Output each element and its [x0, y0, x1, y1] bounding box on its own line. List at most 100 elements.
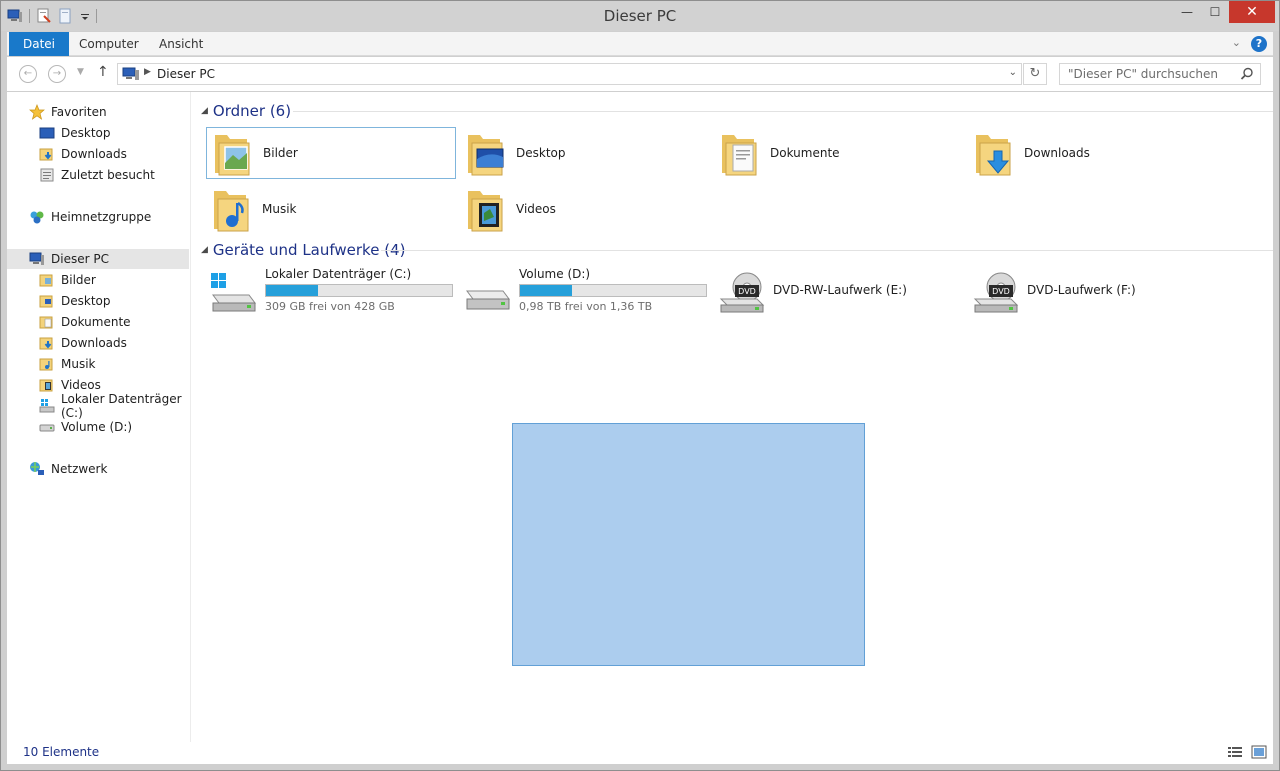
folder-tile-downloads[interactable]: Downloads [968, 127, 1218, 179]
drive-name: DVD-RW-Laufwerk (E:) [773, 283, 907, 297]
breadcrumb[interactable]: Dieser PC [157, 67, 215, 81]
folder-tile-dokumente[interactable]: Dokumente [714, 127, 964, 179]
documents-folder-icon [39, 314, 55, 330]
system-drive-icon [209, 271, 257, 315]
star-icon [29, 104, 45, 120]
folder-name: Desktop [516, 146, 566, 160]
hard-drive-icon [463, 271, 511, 315]
folder-name: Downloads [1024, 146, 1090, 160]
dvd-drive-icon: DVD [971, 271, 1019, 315]
expand-ribbon-icon[interactable]: ⌄ [1232, 36, 1241, 49]
dvd-drive-icon: DVD [717, 271, 765, 315]
music-folder-icon [210, 185, 254, 233]
sidebar-item-label: Bilder [61, 273, 96, 287]
sidebar-item-recent[interactable]: Zuletzt besucht [7, 165, 189, 185]
sidebar-item-label: Downloads [61, 336, 127, 350]
sidebar-item-label: Volume (D:) [61, 420, 133, 434]
drive-name: Lokaler Datenträger (C:) [265, 267, 412, 281]
collapse-triangle-icon[interactable]: ◢ [201, 245, 208, 255]
drive-usage-bar [519, 284, 707, 297]
sidebar-item-downloads-fav[interactable]: Downloads [7, 144, 189, 164]
navigation-bar: ← → ▼ ↑ ▶ Dieser PC ⌄ ↻ [7, 57, 1273, 91]
drive-free-space: 0,98 TB frei von 1,36 TB [519, 300, 653, 313]
view-switcher [1227, 745, 1267, 762]
folder-tile-bilder[interactable]: Bilder [206, 127, 456, 179]
sidebar-item-label: Netzwerk [51, 462, 108, 476]
selection-rectangle [512, 423, 865, 666]
computer-icon [122, 67, 140, 84]
group-header-devices[interactable]: ◢ Geräte und Laufwerke (4) [201, 240, 1273, 260]
group-title: Ordner (6) [212, 102, 292, 120]
maximize-button[interactable]: ☐ [1201, 1, 1229, 23]
sidebar-item-bilder[interactable]: Bilder [7, 270, 189, 290]
folder-tile-videos[interactable]: Videos [460, 183, 710, 235]
sidebar-item-favorites[interactable]: Favoriten [7, 102, 189, 122]
network-icon [29, 461, 45, 477]
folder-tile-musik[interactable]: Musik [206, 183, 456, 235]
drive-free-space: 309 GB frei von 428 GB [265, 300, 395, 313]
sidebar-item-network[interactable]: Netzwerk [7, 459, 189, 479]
folder-name: Videos [516, 202, 556, 216]
desktop-folder-icon [464, 129, 508, 177]
sidebar-item-desktop-fav[interactable]: Desktop [7, 123, 189, 143]
window-title: Dieser PC [603, 7, 677, 25]
breadcrumb-arrow-icon[interactable]: ▶ [144, 67, 151, 77]
sidebar-item-drive-d[interactable]: Volume (D:) [7, 417, 189, 437]
drive-usage-fill [266, 285, 319, 296]
refresh-button[interactable]: ↻ [1023, 63, 1047, 85]
title-bar: Dieser PC — ☐ ✕ [1, 1, 1279, 31]
drive-usage-bar [265, 284, 453, 297]
close-button[interactable]: ✕ [1229, 1, 1275, 23]
search-icon[interactable] [1240, 67, 1254, 84]
large-icons-view-icon[interactable] [1251, 745, 1267, 762]
search-box[interactable] [1059, 63, 1261, 85]
sidebar-item-label: Musik [61, 357, 96, 371]
group-title: Geräte und Laufwerke (4) [212, 241, 406, 259]
folder-tile-desktop[interactable]: Desktop [460, 127, 710, 179]
sidebar-item-label: Lokaler Datenträger (C:) [61, 392, 182, 420]
back-button[interactable]: ← [19, 65, 37, 83]
drive-usage-fill [520, 285, 573, 296]
sidebar-item-homegroup[interactable]: Heimnetzgruppe [7, 207, 189, 227]
sidebar-item-label: Desktop [61, 126, 111, 140]
tab-computer[interactable]: Computer [65, 32, 153, 56]
group-header-folders[interactable]: ◢ Ordner (6) [201, 101, 1273, 121]
explorer-window: Dieser PC — ☐ ✕ Datei Computer Ansicht ⌄… [0, 0, 1280, 771]
drive-tile-e[interactable]: DVD DVD-RW-Laufwerk (E:) [717, 267, 967, 319]
file-view[interactable]: ◢ Ordner (6) Bilder Desktop Dokumente Do… [193, 92, 1273, 742]
sidebar-item-label: Dokumente [61, 315, 131, 329]
sidebar-item-thispc[interactable]: Dieser PC [7, 249, 189, 269]
sidebar-item-dokumente[interactable]: Dokumente [7, 312, 189, 332]
drive-tile-d[interactable]: Volume (D:) 0,98 TB frei von 1,36 TB [463, 267, 713, 319]
minimize-button[interactable]: — [1173, 1, 1201, 23]
up-button[interactable]: ↑ [97, 64, 109, 80]
desktop-folder-icon [39, 293, 55, 309]
content-area: Favoriten Desktop Downloads Zuletzt besu… [7, 92, 1273, 742]
hard-drive-icon [39, 419, 55, 435]
address-dropdown-icon[interactable]: ⌄ [1009, 67, 1017, 78]
dvd-label: DVD [738, 287, 756, 296]
address-bar[interactable]: ▶ Dieser PC ⌄ [117, 63, 1022, 85]
tab-datei[interactable]: Datei [9, 32, 70, 56]
sidebar-item-downloads[interactable]: Downloads [7, 333, 189, 353]
sidebar-item-drive-c[interactable]: Lokaler Datenträger (C:) [7, 392, 189, 420]
videos-folder-icon [464, 185, 508, 233]
sidebar-item-label: Videos [61, 378, 101, 392]
sidebar-item-desktop[interactable]: Desktop [7, 291, 189, 311]
search-input[interactable] [1060, 64, 1236, 84]
downloads-folder-icon [39, 146, 55, 162]
collapse-triangle-icon[interactable]: ◢ [201, 106, 208, 116]
homegroup-icon [29, 209, 45, 225]
recent-places-icon [39, 167, 55, 183]
sidebar-item-musik[interactable]: Musik [7, 354, 189, 374]
details-view-icon[interactable] [1227, 745, 1243, 762]
drive-tile-f[interactable]: DVD DVD-Laufwerk (F:) [971, 267, 1221, 319]
help-icon[interactable]: ? [1251, 36, 1267, 52]
navigation-pane: Favoriten Desktop Downloads Zuletzt besu… [7, 92, 191, 742]
forward-button[interactable]: → [48, 65, 66, 83]
videos-folder-icon [39, 377, 55, 393]
drive-tile-c[interactable]: Lokaler Datenträger (C:) 309 GB frei von… [209, 267, 459, 319]
group-divider [293, 111, 1273, 112]
tab-ansicht[interactable]: Ansicht [145, 32, 217, 56]
recent-locations-icon[interactable]: ▼ [77, 67, 84, 77]
